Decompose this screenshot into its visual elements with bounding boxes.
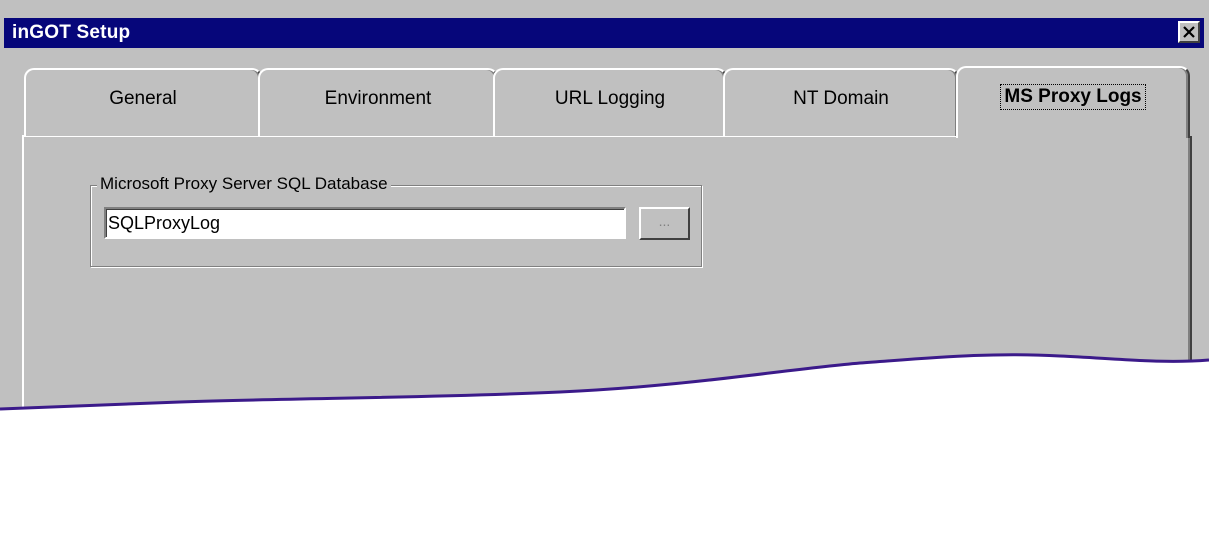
title-bar[interactable]: inGOT Setup bbox=[4, 18, 1204, 48]
tab-environment[interactable]: Environment bbox=[258, 68, 498, 136]
tab-environment-label: Environment bbox=[324, 88, 432, 109]
browse-button[interactable]: ... bbox=[639, 207, 690, 240]
tab-nt-domain[interactable]: NT Domain bbox=[723, 68, 959, 136]
tab-general-label: General bbox=[109, 88, 177, 109]
group-label: Microsoft Proxy Server SQL Database bbox=[97, 174, 391, 194]
close-icon bbox=[1182, 24, 1196, 40]
tab-general[interactable]: General bbox=[24, 68, 262, 136]
tab-ms-proxy-logs-label: MS Proxy Logs bbox=[1004, 86, 1142, 107]
tab-url-logging-label: URL Logging bbox=[554, 88, 666, 109]
window-title: inGOT Setup bbox=[12, 22, 131, 43]
tab-nt-domain-label: NT Domain bbox=[793, 88, 889, 109]
setup-dialog: inGOT Setup General Environment URL Logg… bbox=[0, 0, 1209, 415]
sql-database-input[interactable] bbox=[104, 207, 626, 239]
sql-database-group: Microsoft Proxy Server SQL Database ... bbox=[90, 185, 702, 267]
tab-url-logging[interactable]: URL Logging bbox=[493, 68, 727, 136]
tab-ms-proxy-logs[interactable]: MS Proxy Logs bbox=[956, 66, 1190, 138]
close-button[interactable] bbox=[1178, 21, 1200, 43]
